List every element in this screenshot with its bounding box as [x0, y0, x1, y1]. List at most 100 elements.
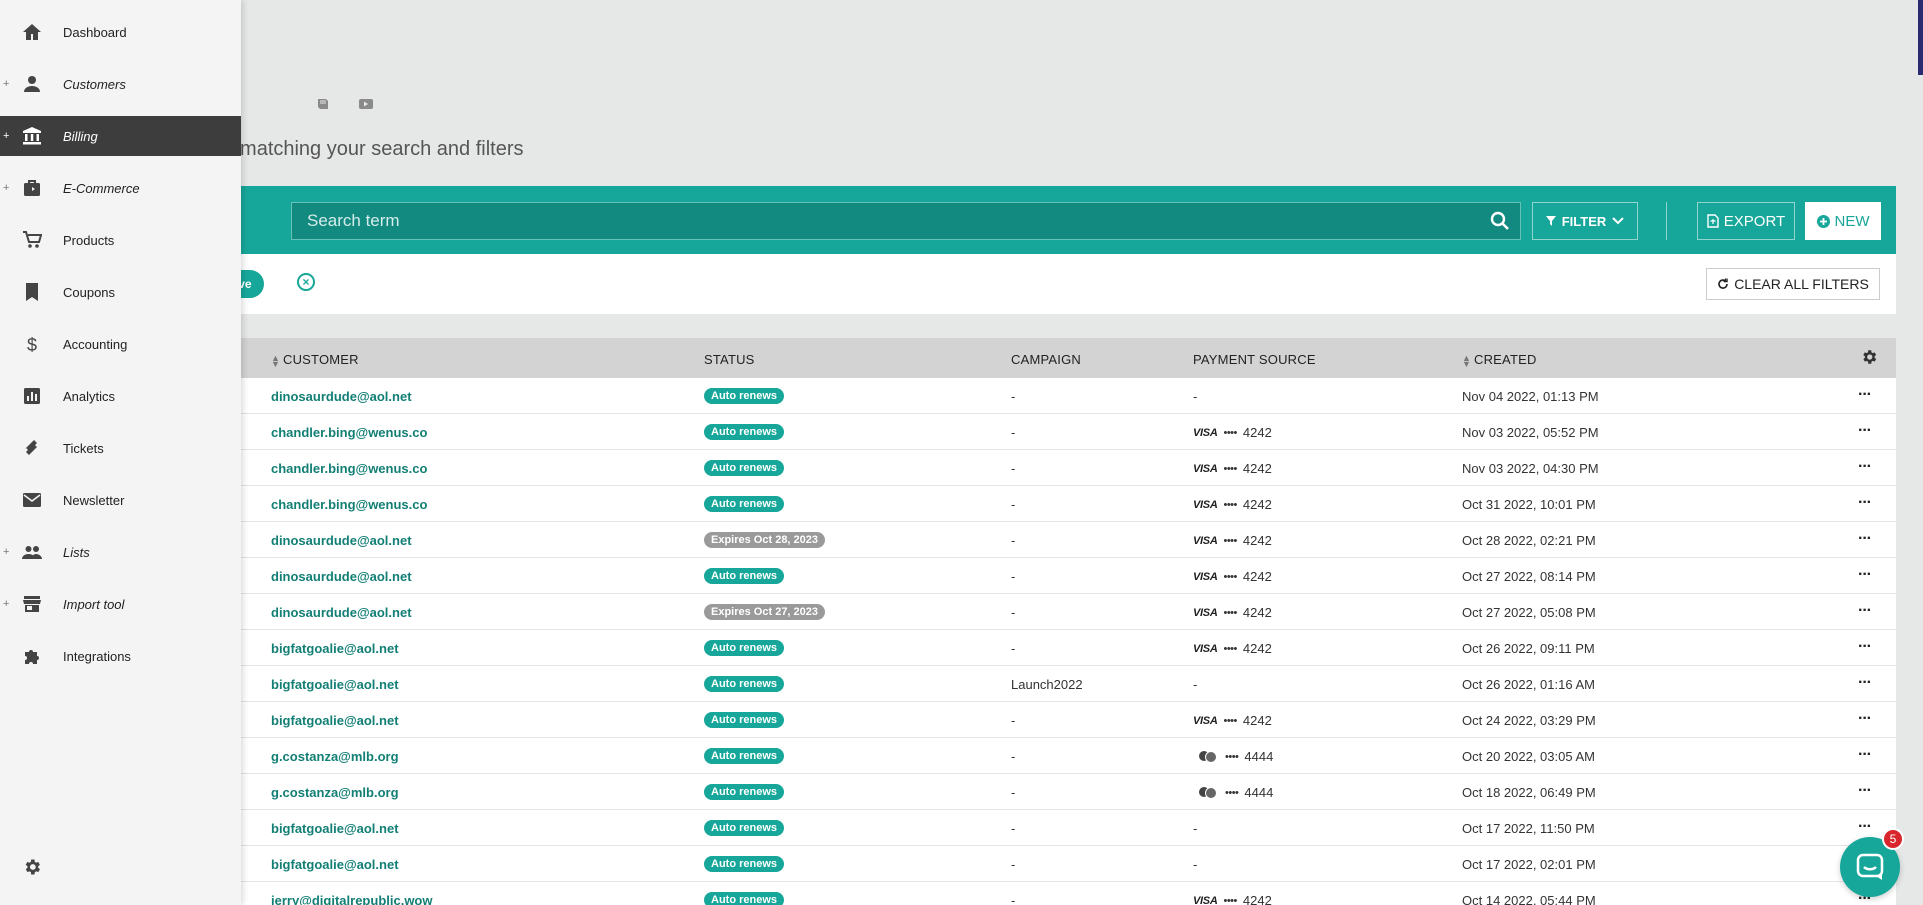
more-options-icon[interactable]: ···: [1858, 422, 1872, 440]
plus-icon[interactable]: +: [3, 78, 9, 90]
more-options-icon[interactable]: ···: [1858, 638, 1872, 656]
plus-icon[interactable]: +: [3, 130, 9, 142]
more-options-icon[interactable]: ···: [1858, 782, 1872, 800]
more-options-icon[interactable]: ···: [1858, 710, 1872, 728]
column-header-created[interactable]: ▲ ▼ CREATED: [1462, 352, 1537, 368]
table-row[interactable]: dinosaurdude@aol.net Auto renews - - Nov 04 …: [160, 378, 1896, 414]
sidebar-item-import-tool[interactable]: + Import tool: [0, 584, 241, 624]
sidebar-item-lists[interactable]: + Lists: [0, 532, 241, 572]
more-options-icon[interactable]: ···: [1858, 530, 1872, 548]
more-options-icon[interactable]: ···: [1858, 602, 1872, 620]
table-row[interactable]: jerry@digitalrepublic.wow Auto renews - VIS…: [160, 882, 1896, 905]
payment-source-cell: -: [1193, 857, 1197, 872]
more-options-icon[interactable]: ···: [1858, 818, 1872, 836]
customer-link[interactable]: chandler.bing@wenus.co: [271, 497, 427, 512]
new-button[interactable]: NEW: [1805, 202, 1881, 240]
plus-icon[interactable]: +: [3, 598, 9, 610]
campaign-cell: -: [1011, 533, 1016, 548]
toolbar: FILTER EXPORT NEW: [160, 186, 1896, 254]
video-icon[interactable]: [359, 98, 373, 110]
book-icon[interactable]: [316, 98, 330, 110]
customer-link[interactable]: dinosaurdude@aol.net: [271, 569, 412, 584]
column-header-customer[interactable]: ▲ ▼ CUSTOMER: [271, 352, 359, 368]
more-options-icon[interactable]: ···: [1858, 746, 1872, 764]
filter-button[interactable]: FILTER: [1532, 202, 1638, 240]
sidebar-item-label: Tickets: [63, 440, 104, 456]
table-row[interactable]: bigfatgoalie@aol.net Auto renews - VISA ••••…: [160, 630, 1896, 666]
status-badge: Auto renews: [704, 892, 785, 905]
more-options-icon[interactable]: ···: [1858, 458, 1872, 476]
plus-icon[interactable]: +: [3, 546, 9, 558]
sidebar-item-e-commerce[interactable]: + E-Commerce: [0, 168, 241, 208]
more-options-icon[interactable]: ···: [1858, 674, 1872, 692]
sidebar-item-accounting[interactable]: $ Accounting: [0, 324, 241, 364]
customer-link[interactable]: chandler.bing@wenus.co: [271, 425, 427, 440]
card-last4: 4242: [1242, 605, 1272, 620]
plus-icon[interactable]: +: [3, 182, 9, 194]
sidebar-item-customers[interactable]: + Customers: [0, 64, 241, 104]
sidebar-item-integrations[interactable]: Integrations: [0, 636, 241, 676]
payment-source-cell: VISA •••• 4242: [1193, 425, 1272, 440]
payment-source-cell: -: [1193, 821, 1197, 836]
customer-link[interactable]: chandler.bing@wenus.co: [271, 461, 427, 476]
gear-icon[interactable]: [1860, 348, 1878, 366]
settings-gear-icon[interactable]: [22, 857, 42, 877]
table-row[interactable]: bigfatgoalie@aol.net Auto renews - - Oct 17 …: [160, 846, 1896, 882]
payment-source-cell: VISA •••• 4242: [1193, 569, 1272, 584]
clear-all-filters-button[interactable]: CLEAR ALL FILTERS: [1706, 268, 1880, 300]
table-row[interactable]: g.costanza@mlb.org Auto renews - •••• 4444 Oc…: [160, 774, 1896, 810]
customer-link[interactable]: jerry@digitalrepublic.wow: [271, 893, 432, 905]
more-options-icon[interactable]: ···: [1858, 386, 1872, 404]
table-row[interactable]: dinosaurdude@aol.net Expires Oct 27, 2023…: [160, 594, 1896, 630]
more-options-icon[interactable]: ···: [1858, 566, 1872, 584]
sidebar-item-billing[interactable]: + Billing: [0, 116, 241, 156]
search-icon[interactable]: [1490, 211, 1510, 231]
sidebar-item-dashboard[interactable]: Dashboard: [0, 12, 241, 52]
customer-link[interactable]: g.costanza@mlb.org: [271, 749, 399, 764]
sidebar-item-coupons[interactable]: Coupons: [0, 272, 241, 312]
payment-source-cell: -: [1193, 677, 1197, 692]
status-cell: Auto renews: [704, 495, 785, 512]
store-icon: [23, 596, 41, 612]
refresh-icon: [1718, 278, 1728, 289]
more-options-icon[interactable]: ···: [1858, 494, 1872, 512]
customer-link[interactable]: bigfatgoalie@aol.net: [271, 713, 399, 728]
customer-link[interactable]: dinosaurdude@aol.net: [271, 389, 412, 404]
created-cell: Oct 26 2022, 01:16 AM: [1462, 677, 1595, 692]
card-last4: 4242: [1242, 569, 1272, 584]
status-cell: Auto renews: [704, 783, 785, 800]
funnel-icon: [1545, 216, 1556, 226]
table-row[interactable]: dinosaurdude@aol.net Expires Oct 28, 2023…: [160, 522, 1896, 558]
sidebar-item-newsletter[interactable]: Newsletter: [0, 480, 241, 520]
status-badge: Auto renews: [704, 388, 785, 404]
sidebar-item-products[interactable]: Products: [0, 220, 241, 260]
customer-link[interactable]: bigfatgoalie@aol.net: [271, 641, 399, 656]
table-row[interactable]: chandler.bing@wenus.co Auto renews - VISA ••…: [160, 414, 1896, 450]
table-row[interactable]: g.costanza@mlb.org Auto renews - •••• 4444 Oc…: [160, 738, 1896, 774]
created-cell: Oct 17 2022, 11:50 PM: [1462, 821, 1595, 836]
status-badge: Auto renews: [704, 676, 785, 692]
sidebar-item-analytics[interactable]: Analytics: [0, 376, 241, 416]
sidebar-item-tickets[interactable]: Tickets: [0, 428, 241, 468]
customer-link[interactable]: dinosaurdude@aol.net: [271, 533, 412, 548]
customer-link[interactable]: bigfatgoalie@aol.net: [271, 821, 399, 836]
search-input[interactable]: [307, 211, 1467, 231]
status-cell: Auto renews: [704, 639, 785, 656]
table-row[interactable]: chandler.bing@wenus.co Auto renews - VISA ••…: [160, 486, 1896, 522]
table-row[interactable]: bigfatgoalie@aol.net Auto renews - VISA ••••…: [160, 702, 1896, 738]
customer-link[interactable]: dinosaurdude@aol.net: [271, 605, 412, 620]
table-row[interactable]: dinosaurdude@aol.net Auto renews - VISA ••••…: [160, 558, 1896, 594]
table-row[interactable]: bigfatgoalie@aol.net Auto renews - - Oct 17 …: [160, 810, 1896, 846]
active-filters-bar: s: Active × CLEAR ALL FILTERS: [160, 254, 1896, 314]
customer-link[interactable]: bigfatgoalie@aol.net: [271, 677, 399, 692]
customer-link[interactable]: g.costanza@mlb.org: [271, 785, 399, 800]
visa-logo-icon: VISA: [1193, 894, 1218, 905]
payment-source-cell: VISA •••• 4242: [1193, 461, 1272, 476]
table-row[interactable]: chandler.bing@wenus.co Auto renews - VISA ••…: [160, 450, 1896, 486]
status-badge: Auto renews: [704, 640, 785, 656]
close-icon[interactable]: ×: [297, 273, 315, 291]
ticket-icon: [24, 440, 39, 455]
customer-link[interactable]: bigfatgoalie@aol.net: [271, 857, 399, 872]
table-row[interactable]: bigfatgoalie@aol.net Auto renews Launch202…: [160, 666, 1896, 702]
export-button[interactable]: EXPORT: [1697, 202, 1795, 240]
